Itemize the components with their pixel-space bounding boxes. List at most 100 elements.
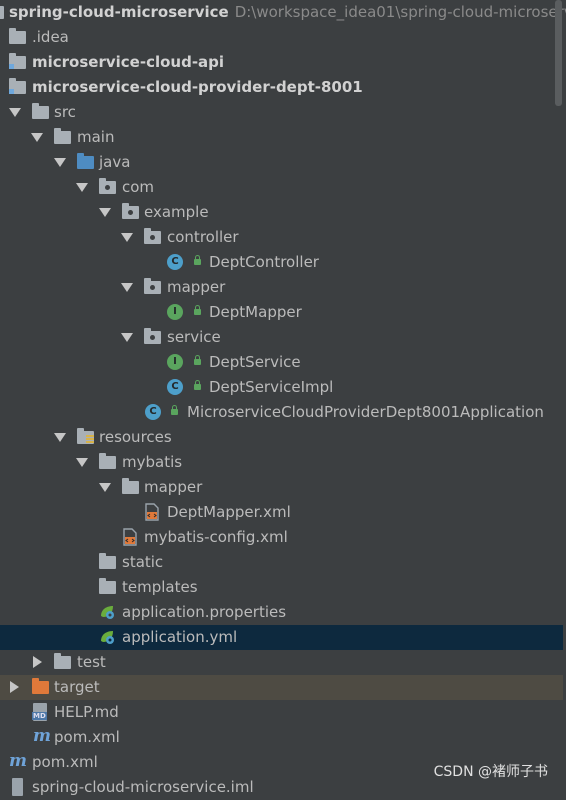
iml-file-icon bbox=[12, 778, 23, 796]
tree-row-mybatis-config[interactable]: mybatis-config.xml bbox=[0, 525, 566, 550]
package-icon bbox=[144, 278, 161, 294]
dept-service-label: DeptService bbox=[209, 353, 301, 371]
root-module-label: spring-cloud-microservice bbox=[9, 3, 229, 21]
package-icon bbox=[144, 228, 161, 244]
service-package-label: service bbox=[167, 328, 221, 346]
mapper-package-label: mapper bbox=[167, 278, 226, 296]
mybatis-config-label: mybatis-config.xml bbox=[144, 528, 288, 546]
tree-row-application-yml[interactable]: application.yml bbox=[0, 625, 563, 650]
api-module-label: microservice-cloud-api bbox=[32, 53, 225, 71]
tree-row-idea[interactable]: .idea bbox=[0, 25, 566, 50]
folder-icon bbox=[99, 453, 116, 469]
tree-row-service[interactable]: service bbox=[0, 325, 566, 350]
tree-row-dept-service[interactable]: I DeptService bbox=[0, 350, 566, 375]
tree-row-dept-service-impl[interactable]: C DeptServiceImpl bbox=[0, 375, 566, 400]
interface-icon: I bbox=[167, 304, 183, 320]
module-folder-icon bbox=[9, 53, 26, 69]
spring-config-icon bbox=[101, 606, 114, 619]
resources-folder-label: resources bbox=[99, 428, 172, 446]
tree-row-example[interactable]: example bbox=[0, 200, 566, 225]
tree-row-templates[interactable]: templates bbox=[0, 575, 566, 600]
chevron-down-icon[interactable] bbox=[76, 183, 88, 192]
folder-icon bbox=[99, 578, 116, 594]
tree-row-target[interactable]: target bbox=[0, 675, 563, 700]
tree-row-java[interactable]: java bbox=[0, 150, 566, 175]
md-badge: MD bbox=[32, 712, 47, 720]
help-md-label: HELP.md bbox=[54, 703, 119, 721]
class-icon: C bbox=[167, 254, 183, 270]
target-folder-label: target bbox=[54, 678, 100, 696]
tree-row-mapper[interactable]: mapper bbox=[0, 275, 566, 300]
chevron-down-icon[interactable] bbox=[121, 233, 133, 242]
maven-icon: m bbox=[33, 726, 51, 746]
tree-row-dept-mapper[interactable]: I DeptMapper bbox=[0, 300, 566, 325]
tree-row-module-pom[interactable]: m pom.xml bbox=[0, 725, 566, 750]
resources-folder-icon bbox=[77, 428, 94, 444]
tree-row-resources[interactable]: resources bbox=[0, 425, 566, 450]
xml-file-icon bbox=[123, 528, 137, 546]
chevron-down-icon[interactable] bbox=[9, 108, 21, 117]
controller-package-label: controller bbox=[167, 228, 239, 246]
root-pom-label: pom.xml bbox=[32, 753, 98, 771]
chevron-down-icon[interactable] bbox=[76, 458, 88, 467]
project-tree: spring-cloud-microservice D:\workspace_id… bbox=[0, 0, 566, 800]
dept-mapper-label: DeptMapper bbox=[209, 303, 302, 321]
chevron-down-icon[interactable] bbox=[54, 433, 66, 442]
folder-icon bbox=[9, 28, 26, 44]
lock-icon bbox=[171, 405, 178, 415]
tree-row-help-md[interactable]: MD HELP.md bbox=[0, 700, 566, 725]
tree-row-application-properties[interactable]: application.properties bbox=[0, 600, 566, 625]
spring-boot-class-icon: C bbox=[145, 404, 161, 420]
example-package-label: example bbox=[144, 203, 209, 221]
class-icon: C bbox=[167, 379, 183, 395]
lock-icon bbox=[194, 355, 201, 365]
application-class-label: MicroserviceCloudProviderDept8001Applica… bbox=[187, 403, 544, 421]
application-properties-label: application.properties bbox=[122, 603, 287, 621]
tree-row-mybatis-mapper[interactable]: mapper bbox=[0, 475, 566, 500]
tree-row-mybatis[interactable]: mybatis bbox=[0, 450, 566, 475]
vertical-scrollbar[interactable] bbox=[555, 0, 562, 106]
folder-icon bbox=[54, 653, 71, 669]
java-folder-label: java bbox=[99, 153, 131, 171]
package-icon bbox=[122, 203, 139, 219]
chevron-down-icon[interactable] bbox=[99, 483, 111, 492]
tree-row-dept-mapper-xml[interactable]: DeptMapper.xml bbox=[0, 500, 566, 525]
tree-row-controller[interactable]: controller bbox=[0, 225, 566, 250]
mybatis-folder-label: mybatis bbox=[122, 453, 183, 471]
provider-module-label: microservice-cloud-provider-dept-8001 bbox=[32, 78, 363, 96]
dept-mapper-xml-label: DeptMapper.xml bbox=[167, 503, 291, 521]
tree-row-main[interactable]: main bbox=[0, 125, 566, 150]
tree-row-root[interactable]: spring-cloud-microservice D:\workspace_id… bbox=[0, 0, 566, 25]
mybatis-mapper-folder-label: mapper bbox=[144, 478, 203, 496]
chevron-right-icon[interactable] bbox=[33, 656, 42, 668]
chevron-down-icon[interactable] bbox=[54, 158, 66, 167]
folder-icon bbox=[32, 103, 49, 119]
chevron-down-icon[interactable] bbox=[99, 208, 111, 217]
package-icon bbox=[144, 328, 161, 344]
templates-folder-label: templates bbox=[122, 578, 198, 596]
com-package-label: com bbox=[122, 178, 155, 196]
tree-row-provider-module[interactable]: microservice-cloud-provider-dept-8001 bbox=[0, 75, 566, 100]
folder-icon bbox=[54, 128, 71, 144]
test-folder-label: test bbox=[77, 653, 106, 671]
tree-row-static[interactable]: static bbox=[0, 550, 566, 575]
chevron-down-icon[interactable] bbox=[121, 333, 133, 342]
chevron-down-icon[interactable] bbox=[31, 133, 43, 142]
tree-row-com[interactable]: com bbox=[0, 175, 566, 200]
tree-row-src[interactable]: src bbox=[0, 100, 566, 125]
idea-folder-label: .idea bbox=[32, 28, 69, 46]
excluded-folder-icon bbox=[32, 678, 49, 694]
package-icon bbox=[99, 178, 116, 194]
module-folder-icon bbox=[9, 78, 26, 94]
tree-row-api-module[interactable]: microservice-cloud-api bbox=[0, 50, 566, 75]
chevron-down-icon[interactable] bbox=[121, 283, 133, 292]
spring-config-icon bbox=[101, 631, 114, 644]
lock-icon bbox=[194, 380, 201, 390]
tree-row-test[interactable]: test bbox=[0, 650, 566, 675]
xml-file-icon bbox=[145, 503, 159, 521]
tree-row-application-class[interactable]: C MicroserviceCloudProviderDept8001Appli… bbox=[0, 400, 566, 425]
tree-row-dept-controller[interactable]: C DeptController bbox=[0, 250, 566, 275]
module-folder-icon bbox=[0, 6, 4, 19]
chevron-right-icon[interactable] bbox=[10, 681, 19, 693]
source-folder-icon bbox=[77, 153, 94, 169]
